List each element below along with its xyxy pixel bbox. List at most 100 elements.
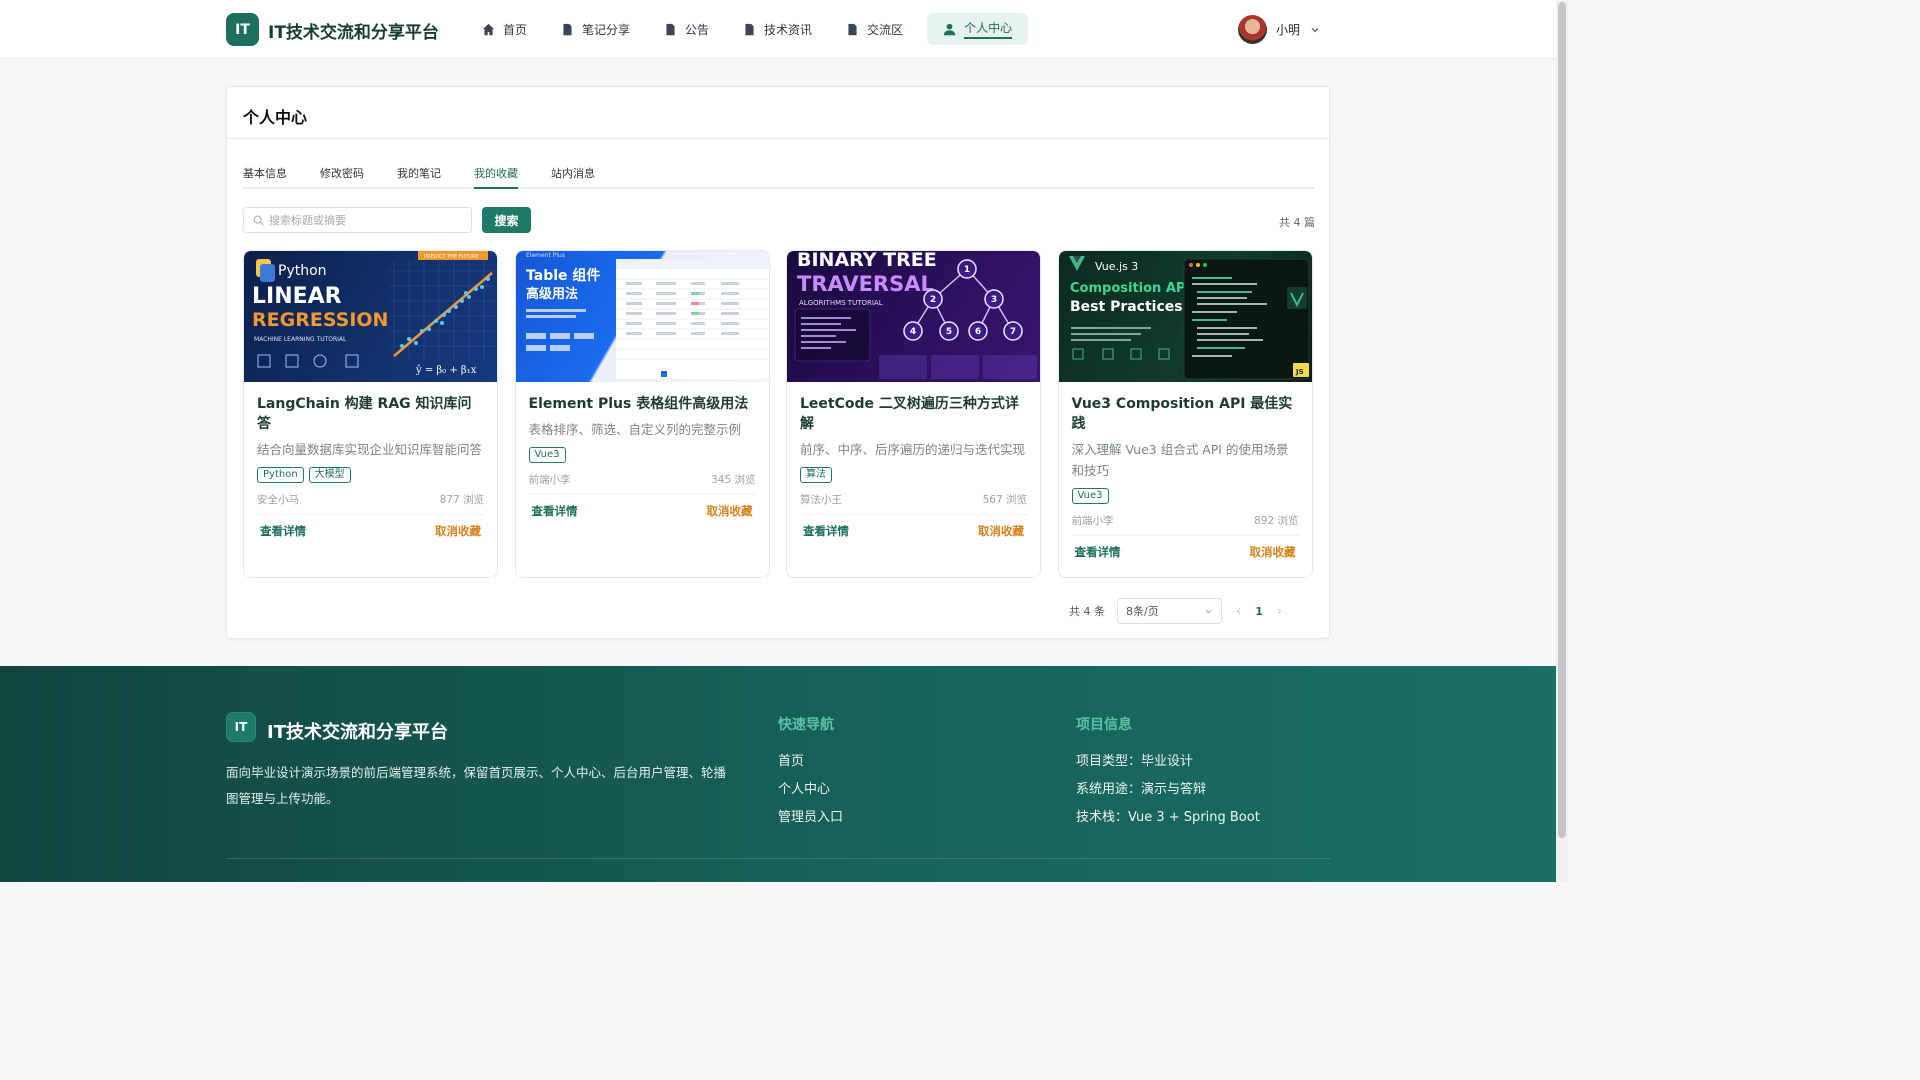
scrollbar[interactable] [1556, 0, 1568, 882]
page-size-value: 8条/页 [1126, 605, 1159, 618]
footer-description: 面向毕业设计演示场景的前后端管理系统，保留首页展示、个人中心、后台用户管理、轮播… [226, 765, 727, 806]
binary-tree-illustration: BINARY TREE TRAVERSAL ALGORITHMS TUTORIA… [794, 251, 1037, 379]
author: 算法小王 [800, 494, 842, 506]
tag-list: Vue3 [1071, 488, 1299, 504]
user-menu[interactable]: 小明 [1238, 15, 1320, 44]
tree-node-label: 1 [964, 265, 970, 275]
card-summary: 前序、中序、后序遍历的递归与迭代实现 [800, 442, 1026, 457]
divider [227, 138, 1329, 139]
favorite-card[interactable]: Element Plus Table 组件 高级用法 Element Plus … [514, 250, 770, 578]
user-icon [943, 23, 956, 35]
view-details-link[interactable]: 查看详情 [260, 523, 306, 539]
avatar[interactable] [1238, 15, 1267, 44]
card-summary: 结合向量数据库实现企业知识库智能问答 [257, 442, 483, 457]
unfavorite-link[interactable]: 取消收藏 [978, 523, 1024, 539]
tab-my-favorites[interactable]: 我的收藏 [474, 165, 518, 189]
card-meta: 前端小李 345 浏览 [528, 472, 756, 495]
thumb-corner-text: PREDICT THE FUTURE [424, 254, 479, 260]
search-box[interactable] [243, 207, 472, 233]
tag-list: Python 大模型 [257, 467, 484, 483]
nav-label: 个人中心 [964, 19, 1013, 39]
logo-badge[interactable]: IT [226, 13, 259, 46]
tag: Vue3 [1071, 488, 1109, 504]
favorite-card[interactable]: BINARY TREE TRAVERSAL ALGORITHMS TUTORIA… [786, 250, 1041, 578]
card-title[interactable]: Element Plus 表格组件高级用法 [529, 394, 756, 414]
pagination: 共 4 条 8条/页 ‹ 1 › [1069, 598, 1296, 624]
tag: Vue3 [528, 447, 566, 463]
footer-link-personal-center[interactable]: 个人中心 [778, 776, 843, 804]
nav-home[interactable]: 首页 [472, 13, 537, 45]
footer-link-home[interactable]: 首页 [778, 748, 843, 776]
card-thumbnail[interactable]: Element Plus Table 组件 高级用法 [515, 251, 769, 382]
unfavorite-link[interactable]: 取消收藏 [707, 503, 753, 519]
tag: 大模型 [308, 467, 351, 483]
card-summary: 表格排序、筛选、自定义列的完整示例 [528, 422, 742, 437]
tab-basic-info[interactable]: 基本信息 [243, 165, 287, 189]
card-thumbnail[interactable]: BINARY TREE TRAVERSAL ALGORITHMS TUTORIA… [787, 251, 1040, 382]
tree-node-label: 4 [910, 327, 916, 337]
prev-page-button[interactable]: ‹ [1236, 604, 1241, 619]
scrollbar-thumb[interactable] [1558, 2, 1566, 838]
document-icon [848, 23, 857, 35]
favorite-card[interactable]: PREDICT THE FUTURE Python LINEAR REGRESS… [243, 250, 498, 578]
thumb-binary-tree-text: BINARY TREE [797, 251, 937, 271]
tree-node-label: 5 [946, 327, 952, 337]
thumb-python-text: Python [278, 263, 327, 279]
nav-forum[interactable]: 交流区 [836, 13, 913, 45]
tab-messages[interactable]: 站内消息 [551, 165, 595, 189]
author: 安全小马 [257, 494, 299, 506]
footer-section-title: 快速导航 [778, 717, 834, 733]
card-title[interactable]: Vue3 Composition API 最佳实践 [1072, 394, 1299, 434]
site-title[interactable]: IT技术交流和分享平台 [268, 18, 439, 43]
card-actions: 查看详情 取消收藏 [1072, 536, 1299, 560]
main-nav: 首页 笔记分享 公告 技术资讯 交流区 个人中心 [472, 13, 1042, 45]
page-title: 个人中心 [243, 108, 308, 127]
unfavorite-link[interactable]: 取消收藏 [435, 523, 481, 539]
thumb-subtitle-text: MACHINE LEARNING TUTORIAL [254, 336, 347, 343]
next-page-button[interactable]: › [1277, 604, 1282, 619]
view-details-link[interactable]: 查看详情 [532, 503, 578, 519]
nav-announcements[interactable]: 公告 [654, 13, 719, 45]
view-details-link[interactable]: 查看详情 [1075, 544, 1121, 560]
user-name[interactable]: 小明 [1276, 21, 1300, 38]
chevron-down-icon[interactable] [1310, 25, 1320, 35]
tag-list: Vue3 [528, 447, 756, 463]
site-footer: IT IT技术交流和分享平台 面向毕业设计演示场景的前后端管理系统，保留首页展示… [0, 666, 1556, 882]
card-thumbnail[interactable]: PREDICT THE FUTURE Python LINEAR REGRESS… [244, 251, 497, 382]
footer-project-info: 项目信息 项目类型：毕业设计 系统用途：演示与答辩 技术栈：Vue 3 + Sp… [1076, 714, 1260, 832]
tab-my-notes[interactable]: 我的笔记 [397, 165, 441, 189]
thumb-brand-text: Element Plus [526, 252, 565, 259]
nav-label: 笔记分享 [582, 22, 631, 37]
thumb-title-text: Table 组件 [526, 267, 600, 284]
thumb-regression-text: REGRESSION [252, 309, 388, 331]
chevron-down-icon [1205, 609, 1212, 614]
document-icon [563, 23, 572, 35]
view-count: 567 浏览 [982, 494, 1027, 506]
card-meta: 安全小马 877 浏览 [257, 492, 484, 515]
page-number[interactable]: 1 [1255, 605, 1263, 618]
home-icon [482, 23, 495, 35]
page-size-select[interactable]: 8条/页 [1117, 598, 1222, 624]
tab-change-password[interactable]: 修改密码 [320, 165, 364, 189]
card-thumbnail[interactable]: Vue.js 3 Composition API Best Practices … [1058, 251, 1312, 382]
card-title[interactable]: LangChain 构建 RAG 知识库问答 [257, 394, 484, 434]
nav-notes[interactable]: 笔记分享 [551, 13, 640, 45]
search-button[interactable]: 搜索 [482, 207, 531, 233]
footer-link-admin[interactable]: 管理员入口 [778, 804, 843, 832]
author: 前端小李 [1071, 515, 1114, 527]
nav-tech-news[interactable]: 技术资讯 [733, 13, 822, 45]
project-stack: 技术栈：Vue 3 + Spring Boot [1076, 810, 1260, 825]
nav-personal-center[interactable]: 个人中心 [927, 13, 1029, 45]
top-navbar: IT IT技术交流和分享平台 首页 笔记分享 公告 技术资讯 交流区 个人中心 … [0, 0, 1556, 59]
footer-divider [226, 858, 1330, 859]
favorites-count: 共 4 篇 [1279, 216, 1315, 229]
search-icon [253, 215, 264, 225]
unfavorite-link[interactable]: 取消收藏 [1250, 544, 1296, 560]
view-details-link[interactable]: 查看详情 [803, 523, 849, 539]
search-input[interactable] [269, 213, 464, 227]
card-actions: 查看详情 取消收藏 [257, 515, 484, 539]
favorite-card[interactable]: Vue.js 3 Composition API Best Practices … [1057, 250, 1313, 578]
svg-text:ŷ = β₀ + β₁x: ŷ = β₀ + β₁x [415, 365, 477, 376]
card-title[interactable]: LeetCode 二叉树遍历三种方式详解 [800, 394, 1027, 434]
project-purpose: 系统用途：演示与答辩 [1076, 782, 1207, 797]
